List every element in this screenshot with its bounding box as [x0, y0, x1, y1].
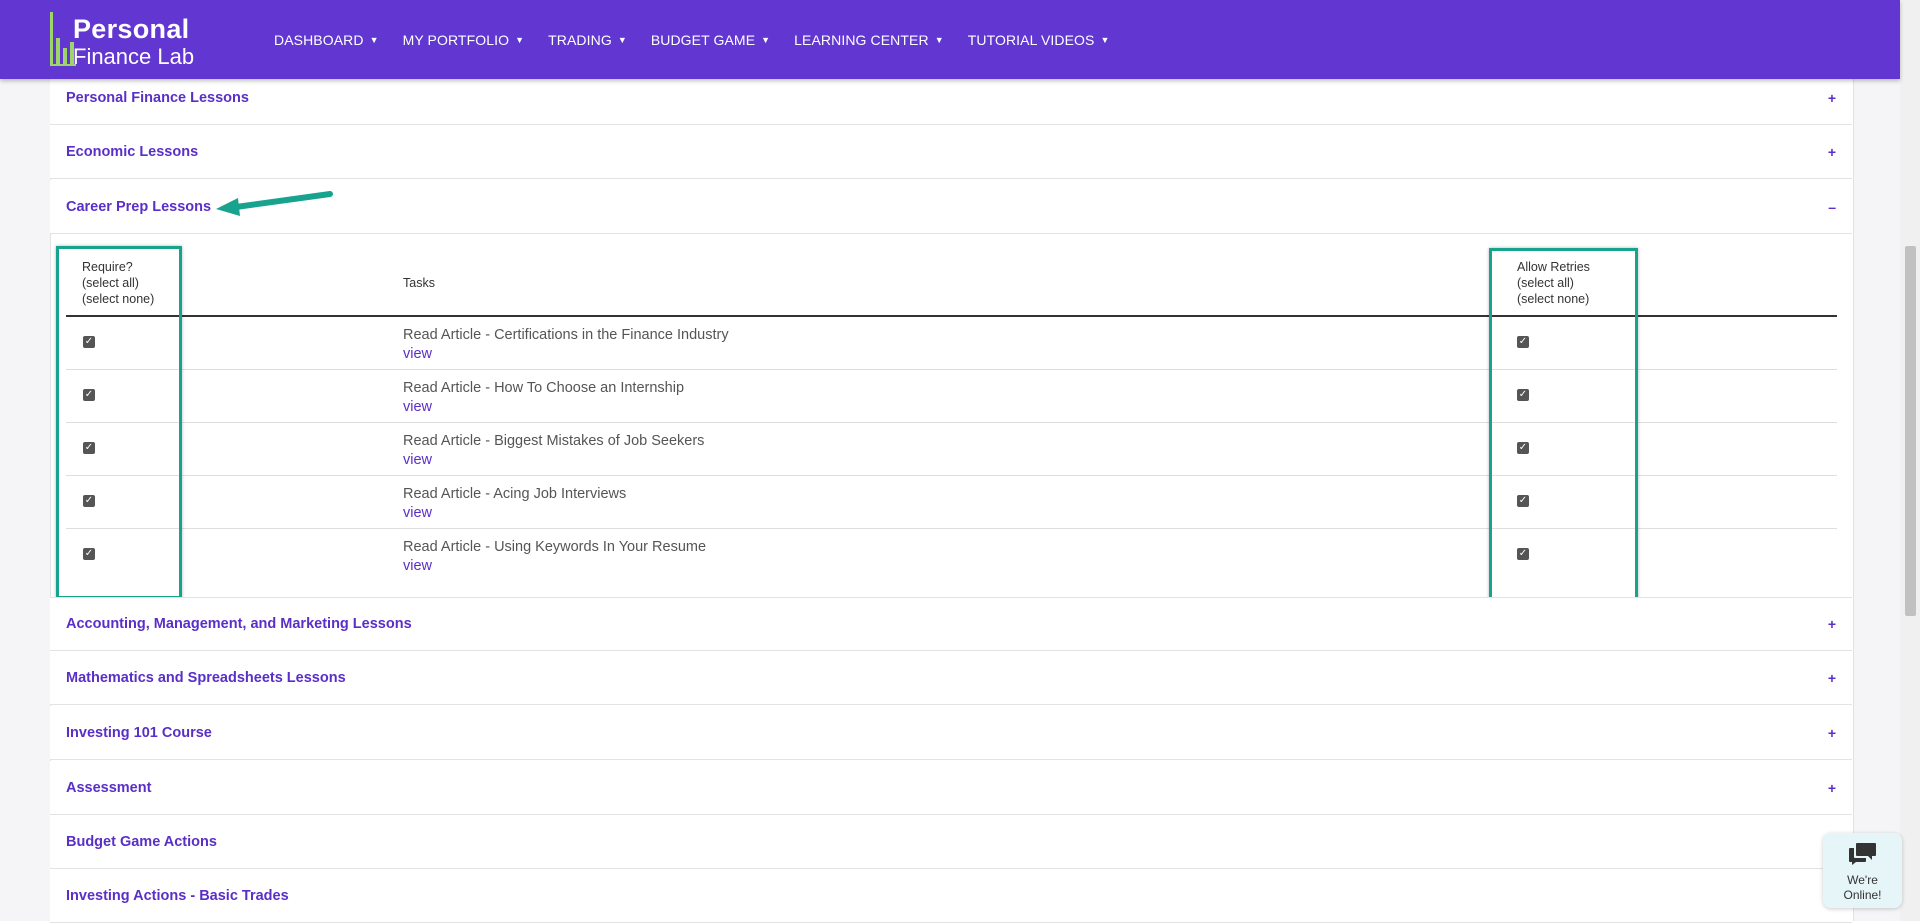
nav-learning-center[interactable]: LEARNING CENTER ▼ [794, 32, 944, 48]
accordion-title[interactable]: Assessment [66, 780, 151, 796]
chevron-down-icon: ▼ [761, 34, 771, 45]
accordion-title[interactable]: Mathematics and Spreadsheets Lessons [66, 670, 346, 686]
accordion-budget-game-actions[interactable]: Budget Game Actions [50, 815, 1852, 869]
view-link[interactable]: view [403, 558, 432, 574]
chat-line2: Online! [1843, 888, 1882, 902]
nav-label: TRADING [548, 31, 612, 48]
tasks-header: Tasks [403, 276, 435, 290]
task-title: Read Article - Using Keywords In Your Re… [403, 539, 707, 555]
chat-line1: We're [1847, 873, 1878, 887]
nav-tutorial-videos[interactable]: TUTORIAL VIDEOS ▼ [968, 32, 1110, 48]
logo[interactable]: Personal Finance Lab [50, 10, 200, 69]
chevron-down-icon: ▼ [617, 34, 627, 45]
expand-icon[interactable]: + [1828, 670, 1836, 686]
nav-label: LEARNING CENTER [794, 31, 929, 48]
expand-icon[interactable]: + [1828, 144, 1836, 160]
logo-text-line2: Finance Lab [73, 44, 195, 69]
nav-label: MY PORTFOLIO [402, 31, 510, 48]
top-navbar: Personal Finance Lab DASHBOARD ▼ MY PORTF… [0, 0, 1900, 79]
require-column-highlight [56, 246, 182, 599]
task-title: Read Article - How To Choose an Internsh… [403, 380, 685, 396]
chevron-down-icon: ▼ [934, 34, 944, 45]
chat-bubble-icon [1849, 843, 1876, 865]
nav-trading[interactable]: TRADING ▼ [548, 32, 627, 48]
accordion-title[interactable]: Career Prep Lessons [66, 199, 211, 215]
expand-icon[interactable]: + [1828, 725, 1836, 741]
accordion-title[interactable]: Economic Lessons [66, 144, 198, 160]
accordion-investing-101[interactable]: Investing 101 Course + [50, 706, 1852, 760]
accordion-title[interactable]: Personal Finance Lessons [66, 90, 249, 106]
collapse-icon[interactable]: – [1828, 199, 1836, 215]
accordion-assessment[interactable]: Assessment + [50, 761, 1852, 815]
accordion-investing-actions[interactable]: Investing Actions - Basic Trades [50, 869, 1852, 923]
accordion-title[interactable]: Investing Actions - Basic Trades [66, 888, 289, 904]
chat-status: We're Online! [1823, 873, 1902, 903]
nav-label: BUDGET GAME [650, 31, 756, 48]
nav-label: DASHBOARD [274, 31, 364, 48]
task-title: Read Article - Biggest Mistakes of Job S… [403, 433, 705, 449]
chevron-down-icon: ▼ [515, 34, 525, 45]
accordion-title[interactable]: Investing 101 Course [66, 725, 212, 741]
annotation-arrow-icon [216, 191, 333, 216]
view-link[interactable]: view [403, 346, 432, 362]
nav-my-portfolio[interactable]: MY PORTFOLIO ▼ [403, 32, 525, 48]
chevron-down-icon: ▼ [369, 34, 379, 45]
accordion-mathematics-lessons[interactable]: Mathematics and Spreadsheets Lessons + [50, 651, 1852, 705]
view-link[interactable]: view [403, 399, 432, 415]
scrollbar-thumb[interactable] [1905, 246, 1916, 616]
accordion-economic-lessons[interactable]: Economic Lessons + [50, 125, 1852, 179]
accordion-title[interactable]: Accounting, Management, and Marketing Le… [66, 616, 412, 632]
main-nav: DASHBOARD ▼ MY PORTFOLIO ▼ TRADING ▼ BUDGET… [274, 0, 1133, 79]
expand-icon[interactable]: + [1828, 780, 1836, 796]
nav-budget-game[interactable]: BUDGET GAME ▼ [651, 32, 770, 48]
accordion-accounting-lessons[interactable]: Accounting, Management, and Marketing Le… [50, 597, 1852, 651]
retries-column-highlight [1489, 248, 1638, 604]
expand-icon[interactable]: + [1828, 90, 1836, 106]
view-link[interactable]: view [403, 452, 432, 468]
nav-label: TUTORIAL VIDEOS [967, 31, 1095, 48]
chevron-down-icon: ▼ [1100, 34, 1110, 45]
view-link[interactable]: view [403, 505, 432, 521]
expand-icon[interactable]: + [1828, 616, 1836, 632]
logo-text-line1: Personal [73, 14, 190, 44]
task-title: Read Article - Certifications in the Fin… [403, 327, 729, 343]
accordion-title[interactable]: Budget Game Actions [66, 834, 217, 850]
accordion-personal-finance-lessons[interactable]: Personal Finance Lessons + [50, 71, 1852, 125]
task-title: Read Article - Acing Job Interviews [403, 486, 627, 502]
chat-widget[interactable]: We're Online! [1823, 833, 1902, 908]
nav-dashboard[interactable]: DASHBOARD ▼ [274, 32, 379, 48]
page-scrollbar[interactable] [1900, 0, 1920, 921]
